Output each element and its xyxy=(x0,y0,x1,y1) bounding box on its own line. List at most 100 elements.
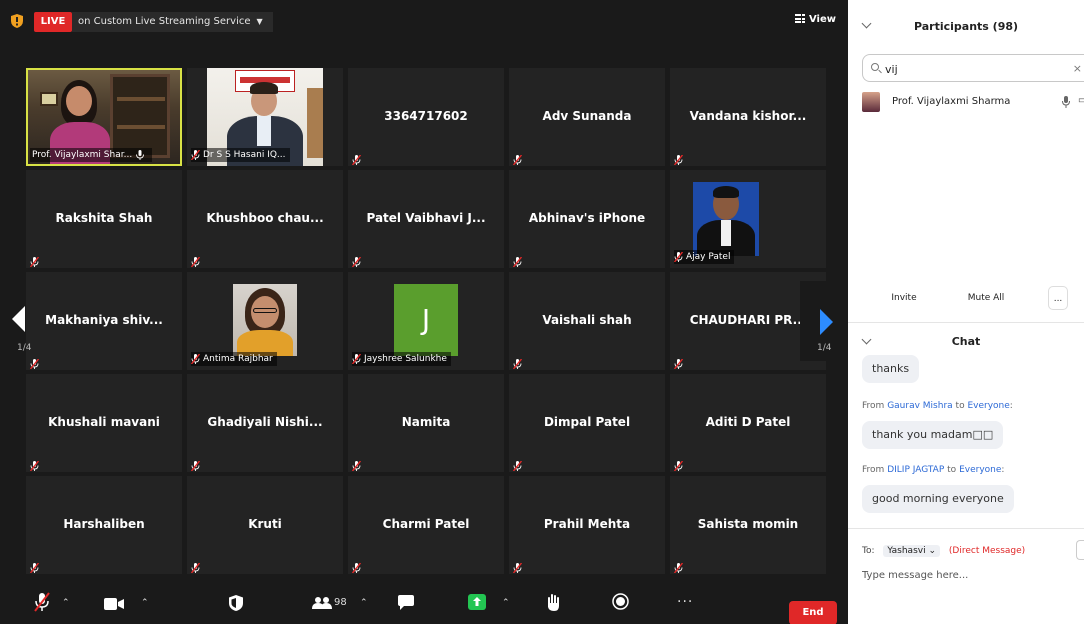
participant-name-label: Dr S S Hasani IQ... xyxy=(190,148,290,162)
participant-tile[interactable]: Aditi D Patel xyxy=(670,374,826,472)
recipient-dropdown[interactable]: Yashasvi ⌄ xyxy=(883,545,941,557)
participant-tile[interactable]: Khushboo chau... xyxy=(187,170,343,268)
mic-muted-icon xyxy=(351,252,362,268)
participant-tile[interactable]: Sahista momin xyxy=(670,476,826,574)
mic-muted-icon xyxy=(673,456,684,472)
mute-all-button[interactable]: Mute All xyxy=(961,286,1011,310)
participant-grid: Prof. Vijaylaxmi Shar... Dr S S Hasani IQ… xyxy=(26,68,826,576)
participant-row[interactable]: Prof. Vijaylaxmi Sharma ▭ xyxy=(862,92,1084,114)
participant-name: Aditi D Patel xyxy=(705,415,791,429)
video-camera-icon[interactable] xyxy=(104,598,124,610)
next-page-pager[interactable]: 1/4 xyxy=(800,281,838,361)
participant-name: Jayshree Salunkhe xyxy=(364,354,447,364)
participants-icon[interactable] xyxy=(312,597,332,609)
participant-name: Kruti xyxy=(248,517,282,531)
clear-search-icon[interactable]: × xyxy=(1073,62,1082,75)
end-meeting-button[interactable]: End xyxy=(789,601,837,624)
mic-muted-icon xyxy=(190,252,201,268)
mic-muted-icon xyxy=(673,251,684,263)
security-icon[interactable] xyxy=(229,595,243,611)
participant-tile[interactable]: Kruti xyxy=(187,476,343,574)
previous-page-arrow-icon[interactable] xyxy=(12,306,25,332)
participant-tile[interactable]: Charmi Patel xyxy=(348,476,504,574)
participant-tile[interactable]: Rakshita Shah xyxy=(26,170,182,268)
participant-name: Ghadiyali Nishi... xyxy=(207,415,323,429)
video-options-chevron-icon[interactable]: ⌃ xyxy=(141,598,149,608)
mic-muted-icon xyxy=(190,456,201,472)
participant-name: Antima Rajbhar xyxy=(203,354,273,364)
participant-video xyxy=(233,284,297,356)
mic-muted-icon xyxy=(512,456,523,472)
participant-search-box[interactable]: × xyxy=(862,54,1084,82)
participant-name: Vaishali shah xyxy=(542,313,632,327)
view-label: View xyxy=(808,14,836,25)
mic-muted-icon xyxy=(673,558,684,574)
participant-tile[interactable]: 3364717602 xyxy=(348,68,504,166)
mic-muted-icon xyxy=(190,558,201,574)
participant-name: Prahil Mehta xyxy=(543,517,631,531)
video-gallery-area: LIVE on Custom Live Streaming Service ▼ V… xyxy=(0,0,848,624)
participant-tile[interactable]: Ghadiyali Nishi... xyxy=(187,374,343,472)
share-options-chevron-icon[interactable]: ⌃ xyxy=(502,598,510,608)
chat-message: thank you madam□□ xyxy=(862,421,1004,449)
participant-name-label: Antima Rajbhar xyxy=(190,352,277,366)
mic-muted-icon xyxy=(351,456,362,472)
chat-message-input[interactable] xyxy=(862,566,1062,584)
participant-tile[interactable]: Vandana kishor... xyxy=(670,68,826,166)
participant-tile[interactable]: Khushali mavani xyxy=(26,374,182,472)
participant-tile[interactable]: Abhinav's iPhone xyxy=(509,170,665,268)
to-label: To: xyxy=(862,546,875,556)
participant-tile[interactable]: Harshaliben xyxy=(26,476,182,574)
participant-tile[interactable]: Ajay Patel xyxy=(670,170,826,268)
gallery-grid-icon xyxy=(794,14,805,23)
invite-button[interactable]: Invite xyxy=(885,286,923,310)
participant-tile[interactable]: Dimpal Patel xyxy=(509,374,665,472)
participant-tile[interactable]: Dr S S Hasani IQ... xyxy=(187,68,343,166)
page-indicator-left: 1/4 xyxy=(17,343,32,353)
recipient-name[interactable]: Everyone xyxy=(967,401,1009,411)
mic-muted-icon[interactable] xyxy=(34,592,50,612)
participant-tile[interactable]: Adv Sunanda xyxy=(509,68,665,166)
raise-hand-icon[interactable] xyxy=(546,593,560,611)
participant-name: Namita xyxy=(401,415,451,429)
live-stream-dropdown[interactable]: on Custom Live Streaming Service ▼ xyxy=(72,12,273,32)
audio-options-chevron-icon[interactable]: ⌃ xyxy=(62,598,70,608)
share-screen-icon[interactable] xyxy=(468,594,486,610)
participants-more-button[interactable]: ... xyxy=(1048,286,1068,310)
participant-name: Abhinav's iPhone xyxy=(528,211,646,225)
meeting-top-bar: LIVE on Custom Live Streaming Service ▼ V… xyxy=(0,0,848,40)
view-button[interactable]: View xyxy=(794,14,836,25)
participant-tile[interactable]: Patel Vaibhavi J... xyxy=(348,170,504,268)
security-shield-icon[interactable] xyxy=(11,14,23,28)
recipient-name[interactable]: Everyone xyxy=(959,465,1001,475)
next-page-arrow-icon[interactable] xyxy=(820,309,833,335)
side-panel: Participants (98) × Prof. Vijaylaxmi Sha… xyxy=(848,0,1084,624)
record-icon[interactable] xyxy=(612,593,629,610)
mic-muted-icon xyxy=(351,150,362,166)
participants-options-chevron-icon[interactable]: ⌃ xyxy=(360,598,368,608)
sender-name[interactable]: DILIP JAGTAP xyxy=(887,465,944,475)
mic-muted-icon xyxy=(29,252,40,268)
mic-muted-icon xyxy=(351,558,362,574)
mic-muted-icon xyxy=(512,354,523,370)
participant-tile[interactable]: Vaishali shah xyxy=(509,272,665,370)
participant-name-label: Prof. Vijaylaxmi Shar... xyxy=(30,148,153,162)
participant-tile[interactable]: J Jayshree Salunkhe xyxy=(348,272,504,370)
panel-divider xyxy=(848,322,1084,323)
live-badge[interactable]: LIVE xyxy=(34,12,72,32)
participant-tile[interactable]: Namita xyxy=(348,374,504,472)
sender-name[interactable]: Gaurav Mishra xyxy=(887,401,952,411)
mic-icon xyxy=(136,150,145,160)
participant-search-input[interactable] xyxy=(885,61,1045,77)
participant-tile[interactable]: Prof. Vijaylaxmi Shar... xyxy=(26,68,182,166)
chat-more-button[interactable] xyxy=(1076,540,1084,560)
participant-tile[interactable]: Antima Rajbhar xyxy=(187,272,343,370)
participant-name: Harshaliben xyxy=(63,517,145,531)
participant-tile[interactable]: Makhaniya shiv... xyxy=(26,272,182,370)
chevron-down-icon: ⌄ xyxy=(928,546,937,556)
more-options-icon[interactable]: ··· xyxy=(677,594,693,610)
participant-tile[interactable]: Prahil Mehta xyxy=(509,476,665,574)
participant-name: Prof. Vijaylaxmi Shar... xyxy=(32,150,133,160)
chat-bubble-icon[interactable] xyxy=(398,595,414,610)
mic-muted-icon xyxy=(673,150,684,166)
